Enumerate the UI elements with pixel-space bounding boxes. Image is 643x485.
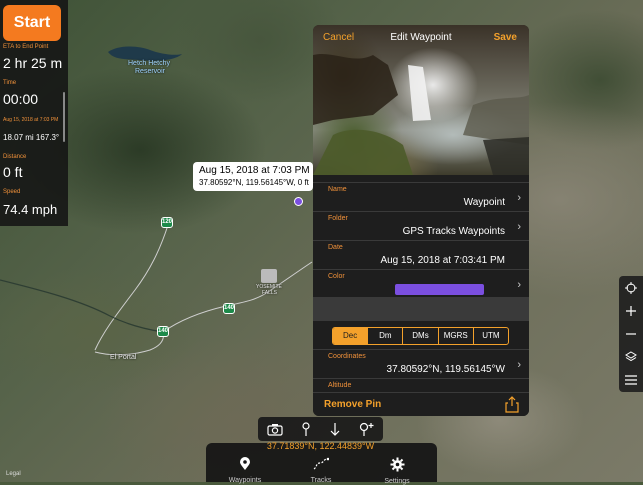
speed-value: 74.4 mph bbox=[3, 202, 58, 217]
date-label: Date bbox=[328, 244, 343, 251]
route-shield: 120 bbox=[161, 217, 173, 228]
cursor-coordinates: 37.71839°N, 122.44839°W bbox=[266, 441, 375, 451]
callout-title: Aug 15, 2018 at 7:03 PM 1 bbox=[199, 165, 313, 176]
waypoint-callout[interactable]: Aug 15, 2018 at 7:03 PM 1 37.80592°N, 11… bbox=[193, 162, 313, 191]
tab-waypoints-label: Waypoints bbox=[228, 477, 262, 484]
stats-scrollbar[interactable] bbox=[63, 92, 65, 142]
reservoir-label-2: Reservoir bbox=[135, 68, 165, 75]
color-swatch[interactable] bbox=[395, 284, 484, 295]
crosshair-icon bbox=[625, 281, 637, 294]
reservoir-shape bbox=[108, 46, 182, 61]
share-icon[interactable] bbox=[505, 396, 519, 413]
road bbox=[162, 291, 269, 333]
layers-button[interactable] bbox=[619, 345, 643, 368]
panel-spacer bbox=[313, 297, 529, 321]
folder-row[interactable]: Folder GPS Tracks Waypoints › bbox=[313, 211, 529, 240]
name-label: Name bbox=[328, 186, 347, 193]
map-controls bbox=[619, 276, 643, 392]
time-value: 00:00 bbox=[3, 91, 39, 107]
time-label: Time bbox=[3, 80, 17, 86]
panel-header: Cancel Edit Waypoint Save bbox=[313, 25, 529, 49]
date-label: Aug 15, 2018 at 7:03 PM bbox=[3, 117, 59, 123]
tracks-icon bbox=[313, 457, 330, 470]
remove-pin-row: Remove Pin bbox=[313, 392, 529, 416]
distance-bearing: 18.07 mi 167.3° bbox=[3, 133, 60, 142]
altitude-label: Altitude bbox=[328, 382, 352, 389]
map-tool-strip bbox=[258, 417, 383, 441]
tab-waypoints[interactable]: Waypoints bbox=[215, 457, 275, 484]
layers-icon bbox=[625, 350, 637, 361]
eta-value: 2 hr 25 m bbox=[3, 55, 63, 71]
tab-settings[interactable]: Settings bbox=[367, 457, 427, 485]
town-label: El Portal bbox=[110, 354, 137, 361]
color-row[interactable]: Color › bbox=[313, 269, 529, 298]
coordinates-label: Coordinates bbox=[328, 353, 366, 360]
start-button[interactable]: Start bbox=[3, 5, 61, 41]
route-shield: 140 bbox=[223, 303, 235, 314]
format-mgrs[interactable]: MGRS bbox=[439, 328, 474, 344]
save-button[interactable]: Save bbox=[494, 32, 517, 43]
date-value: Aug 15, 2018 at 7:03:41 PM bbox=[380, 255, 505, 266]
road bbox=[94, 331, 164, 356]
legal-link[interactable]: Legal bbox=[6, 471, 21, 477]
folder-label: Folder bbox=[328, 215, 348, 222]
zoom-in-button[interactable] bbox=[619, 299, 643, 322]
arrow-down-icon[interactable] bbox=[330, 422, 340, 436]
hamburger-icon bbox=[625, 374, 637, 385]
gear-icon bbox=[390, 457, 404, 472]
plus-icon bbox=[626, 305, 636, 316]
reservoir-label-line1: Hetch Hetchy bbox=[128, 60, 171, 67]
poi-label-line2: FALLS bbox=[262, 290, 278, 296]
name-row[interactable]: Name Waypoint › bbox=[313, 182, 529, 211]
callout-subtitle: 37.80592°N, 119.56145°W, 0 ft bbox=[199, 178, 309, 187]
eta-label: ETA to End Point bbox=[3, 44, 49, 50]
color-label: Color bbox=[328, 273, 345, 280]
altitude-row[interactable]: Altitude bbox=[313, 378, 529, 392]
menu-button[interactable] bbox=[619, 368, 643, 391]
coordinate-format-selector[interactable]: Dec Dm DMs MGRS UTM bbox=[332, 327, 509, 345]
speed-label: Speed bbox=[3, 189, 21, 195]
tab-tracks[interactable]: Tracks bbox=[291, 457, 351, 484]
chevron-right-icon: › bbox=[517, 221, 521, 233]
zoom-out-button[interactable] bbox=[619, 322, 643, 345]
waypoint-pin-icon[interactable] bbox=[294, 197, 303, 206]
distance-label: Distance bbox=[3, 154, 27, 160]
edit-waypoint-panel: Cancel Edit Waypoint Save Name Waypoint … bbox=[313, 25, 529, 416]
format-utm[interactable]: UTM bbox=[474, 328, 508, 344]
poi-icon[interactable] bbox=[261, 269, 277, 283]
minus-icon bbox=[626, 332, 636, 335]
distance-value: 0 ft bbox=[3, 164, 23, 180]
coordinates-value: 37.80592°N, 119.56145°W bbox=[386, 364, 505, 375]
chevron-right-icon: › bbox=[517, 192, 521, 204]
reservoir-label: Hetch Hetchy bbox=[128, 60, 170, 67]
pin-icon[interactable] bbox=[301, 421, 311, 437]
route-shield: 140 bbox=[157, 326, 169, 337]
locate-button[interactable] bbox=[619, 276, 643, 299]
add-pin-icon[interactable] bbox=[358, 422, 374, 437]
format-dec[interactable]: Dec bbox=[333, 328, 369, 344]
remove-pin-button[interactable]: Remove Pin bbox=[324, 399, 381, 410]
date-row[interactable]: Date Aug 15, 2018 at 7:03:41 PM bbox=[313, 240, 529, 269]
reservoir-label-line2: Reservoir bbox=[135, 68, 165, 75]
folder-value: GPS Tracks Waypoints bbox=[402, 226, 505, 237]
chevron-right-icon: › bbox=[517, 359, 521, 371]
format-dms[interactable]: DMs bbox=[403, 328, 439, 344]
river bbox=[0, 279, 164, 333]
name-value: Waypoint bbox=[463, 197, 505, 208]
chevron-right-icon: › bbox=[517, 279, 521, 291]
coordinates-row[interactable]: Coordinates 37.80592°N, 119.56145°W › bbox=[313, 349, 529, 378]
waypoint-icon bbox=[240, 457, 250, 470]
format-dm[interactable]: Dm bbox=[368, 328, 404, 344]
camera-icon[interactable] bbox=[267, 423, 283, 436]
stats-panel: Start ETA to End Point 2 hr 25 m Time 00… bbox=[0, 0, 68, 226]
tab-tracks-label: Tracks bbox=[310, 477, 332, 484]
